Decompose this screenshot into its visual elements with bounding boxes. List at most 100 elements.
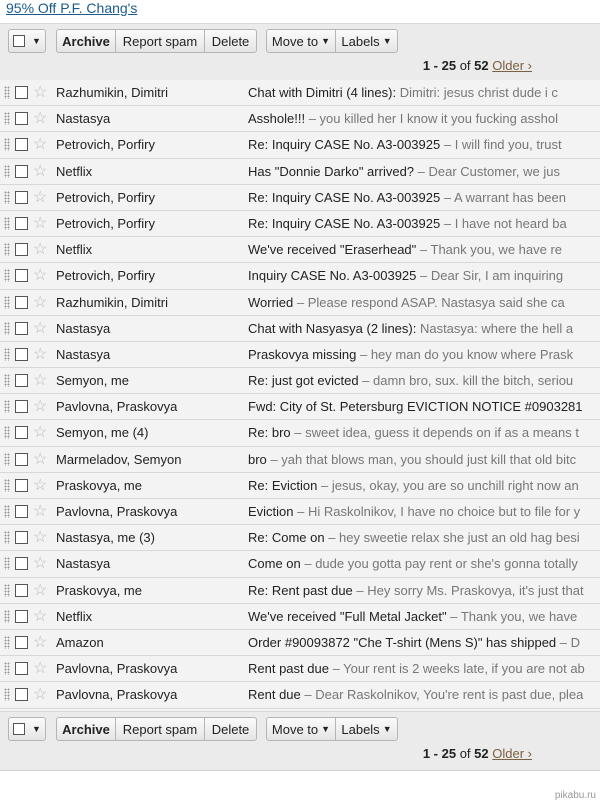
star-icon[interactable]: ☆	[33, 632, 47, 652]
older-link[interactable]: Older ›	[492, 746, 532, 761]
star-icon[interactable]: ☆	[33, 187, 47, 207]
archive-button[interactable]: Archive	[56, 717, 116, 741]
drag-handle-icon[interactable]	[4, 374, 10, 388]
select-all-dropdown[interactable]: ▼	[8, 29, 46, 53]
email-row[interactable]: ☆ Pavlovna, Praskovya Rent due – Dear Rask…	[0, 682, 600, 709]
email-row[interactable]: ☆ Pavlovna, Praskovya Eviction – Hi Raskol…	[0, 499, 600, 526]
email-row[interactable]: ☆ Praskovya, me Re: Rent past due – Hey so…	[0, 577, 600, 604]
select-all-checkbox[interactable]	[13, 35, 26, 47]
email-row[interactable]: ☆ Nastasya Asshole!!! – you killed her I k…	[0, 106, 600, 133]
email-row[interactable]: ☆ Marmeladov, Semyon bro – yah that blows …	[0, 446, 600, 473]
row-checkbox[interactable]	[15, 426, 28, 440]
row-checkbox[interactable]	[15, 478, 28, 492]
email-row[interactable]: ☆ Petrovich, Porfiry Re: Inquiry CASE No. …	[0, 132, 600, 159]
row-checkbox[interactable]	[15, 243, 28, 257]
email-row[interactable]: ☆ Petrovich, Porfiry Re: Inquiry CASE No. …	[0, 184, 600, 211]
drag-handle-icon[interactable]	[4, 269, 10, 283]
email-row[interactable]: ☆ Semyon, me (4) Re: bro – sweet idea, gue…	[0, 420, 600, 447]
row-checkbox[interactable]	[15, 374, 28, 388]
star-icon[interactable]: ☆	[33, 344, 47, 364]
star-icon[interactable]: ☆	[33, 239, 47, 259]
row-checkbox[interactable]	[15, 112, 28, 126]
drag-handle-icon[interactable]	[4, 321, 10, 335]
drag-handle-icon[interactable]	[4, 452, 10, 466]
delete-button[interactable]: Delete	[205, 29, 257, 53]
star-icon[interactable]: ☆	[33, 501, 47, 521]
email-row[interactable]: ☆ Netflix Has "Donnie Darko" arrived? – De…	[0, 158, 600, 185]
row-checkbox[interactable]	[15, 662, 28, 676]
drag-handle-icon[interactable]	[4, 295, 10, 309]
labels-dropdown[interactable]: Labels ▼	[336, 717, 398, 741]
star-icon[interactable]: ☆	[33, 318, 47, 338]
email-row[interactable]: ☆ Razhumikin, Dimitri Worried – Please res…	[0, 289, 600, 316]
select-all-checkbox[interactable]	[13, 723, 26, 735]
older-link[interactable]: Older ›	[492, 58, 532, 73]
star-icon[interactable]: ☆	[33, 134, 47, 154]
star-icon[interactable]: ☆	[33, 161, 47, 181]
row-checkbox[interactable]	[15, 531, 28, 545]
star-icon[interactable]: ☆	[33, 370, 47, 390]
email-row[interactable]: ☆ Nastasya Chat with Nasyasya (2 lines): N…	[0, 315, 600, 342]
labels-dropdown[interactable]: Labels ▼	[336, 29, 398, 53]
delete-button[interactable]: Delete	[205, 717, 257, 741]
drag-handle-icon[interactable]	[4, 531, 10, 545]
drag-handle-icon[interactable]	[4, 138, 10, 152]
archive-button[interactable]: Archive	[56, 29, 116, 53]
star-icon[interactable]: ☆	[33, 606, 47, 626]
row-checkbox[interactable]	[15, 688, 28, 702]
email-row[interactable]: ☆ Praskovya, me Re: Eviction – jesus, okay…	[0, 472, 600, 499]
select-all-dropdown[interactable]: ▼	[8, 717, 46, 741]
move-to-dropdown[interactable]: Move to ▼	[266, 29, 336, 53]
row-checkbox[interactable]	[15, 347, 28, 361]
star-icon[interactable]: ☆	[33, 580, 47, 600]
promo-link[interactable]: 95% Off P.F. Chang's	[6, 0, 137, 16]
row-checkbox[interactable]	[15, 505, 28, 518]
star-icon[interactable]: ☆	[33, 475, 47, 495]
row-checkbox[interactable]	[15, 452, 28, 466]
drag-handle-icon[interactable]	[4, 164, 10, 178]
star-icon[interactable]: ☆	[33, 108, 47, 128]
drag-handle-icon[interactable]	[4, 426, 10, 440]
drag-handle-icon[interactable]	[4, 400, 10, 414]
report-spam-button[interactable]: Report spam	[116, 29, 205, 53]
email-row[interactable]: ☆ Petrovich, Porfiry Re: Inquiry CASE No. …	[0, 210, 600, 238]
drag-handle-icon[interactable]	[4, 635, 10, 649]
drag-handle-icon[interactable]	[4, 557, 10, 571]
star-icon[interactable]: ☆	[33, 553, 47, 573]
email-row[interactable]: ☆ Nastasya, me (3) Re: Come on – hey sweet…	[0, 525, 600, 552]
email-row[interactable]: ☆ Nastasya Praskovya missing – hey man do …	[0, 341, 600, 369]
move-to-dropdown[interactable]: Move to ▼	[266, 717, 336, 741]
row-checkbox[interactable]	[15, 635, 28, 649]
row-checkbox[interactable]	[15, 557, 28, 571]
drag-handle-icon[interactable]	[4, 688, 10, 702]
row-checkbox[interactable]	[15, 216, 28, 230]
row-checkbox[interactable]	[15, 86, 28, 99]
row-checkbox[interactable]	[15, 295, 28, 309]
report-spam-button[interactable]: Report spam	[116, 717, 205, 741]
drag-handle-icon[interactable]	[4, 609, 10, 623]
star-icon[interactable]: ☆	[33, 82, 47, 102]
drag-handle-icon[interactable]	[4, 190, 10, 204]
email-row[interactable]: ☆ Semyon, me Re: just got evicted – damn b…	[0, 368, 600, 395]
drag-handle-icon[interactable]	[4, 478, 10, 492]
star-icon[interactable]: ☆	[33, 213, 47, 233]
drag-handle-icon[interactable]	[4, 112, 10, 126]
row-checkbox[interactable]	[15, 190, 28, 204]
row-checkbox[interactable]	[15, 609, 28, 623]
drag-handle-icon[interactable]	[4, 243, 10, 257]
star-icon[interactable]: ☆	[33, 684, 47, 704]
drag-handle-icon[interactable]	[4, 583, 10, 597]
row-checkbox[interactable]	[15, 269, 28, 283]
email-row[interactable]: ☆ Petrovich, Porfiry Inquiry CASE No. A3-0…	[0, 263, 600, 290]
email-row[interactable]: ☆ Nastasya Come on – dude you gotta pay re…	[0, 551, 600, 578]
drag-handle-icon[interactable]	[4, 662, 10, 676]
row-checkbox[interactable]	[15, 400, 28, 414]
star-icon[interactable]: ☆	[33, 396, 47, 416]
email-row[interactable]: ☆ Pavlovna, Praskovya Fwd: City of St. Pet…	[0, 394, 600, 421]
email-row[interactable]: ☆ Pavlovna, Praskovya Rent past due – Your…	[0, 656, 600, 683]
row-checkbox[interactable]	[15, 583, 28, 597]
star-icon[interactable]: ☆	[33, 292, 47, 312]
drag-handle-icon[interactable]	[4, 216, 10, 230]
email-row[interactable]: ☆ Amazon Order #90093872 "Che T-shirt (Men…	[0, 629, 600, 657]
star-icon[interactable]: ☆	[33, 658, 47, 678]
